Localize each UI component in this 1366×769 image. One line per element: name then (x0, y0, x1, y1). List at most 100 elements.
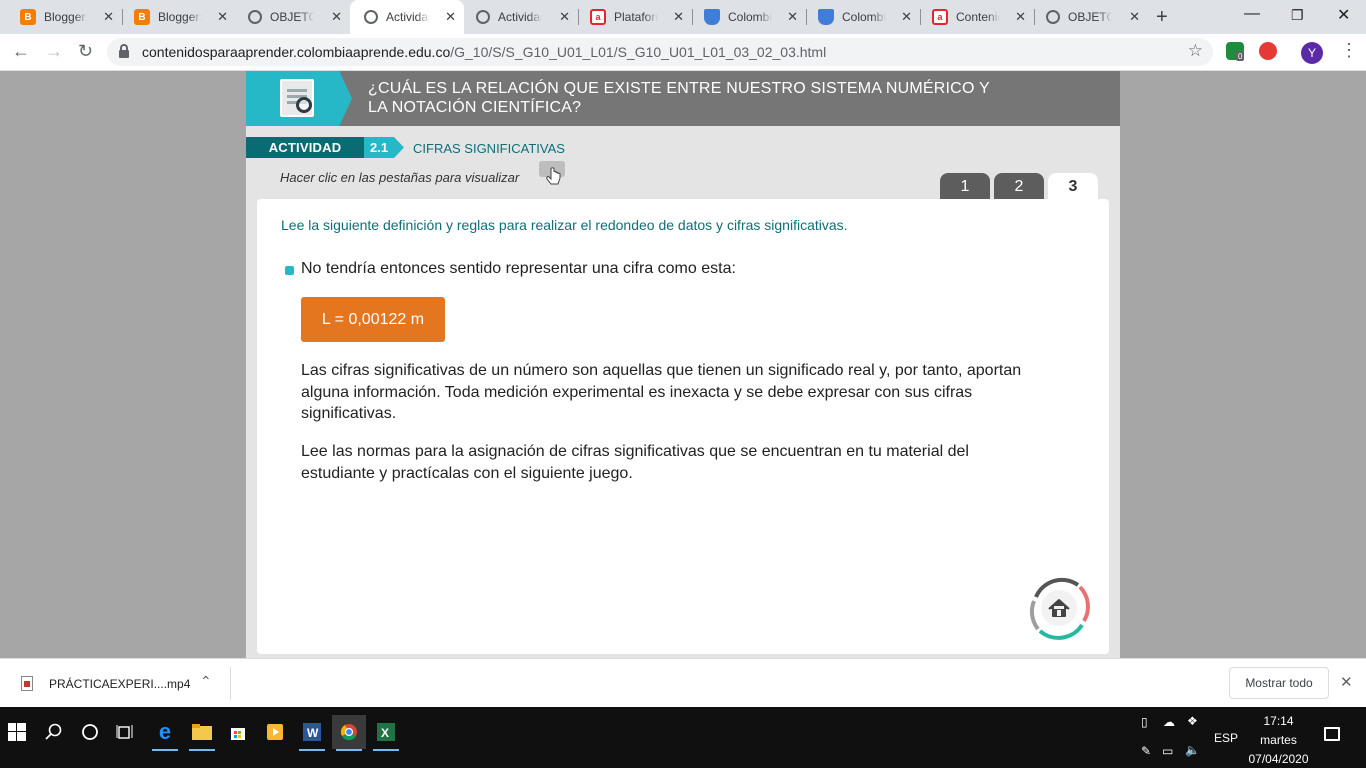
tab-close-icon[interactable]: ✕ (445, 9, 456, 25)
opera-extension-icon[interactable] (1259, 42, 1277, 60)
globe-icon (476, 10, 490, 24)
running-indicator (299, 749, 325, 751)
action-center-icon[interactable] (1324, 727, 1340, 741)
network-icon[interactable]: ▭ (1162, 744, 1173, 758)
pen-icon[interactable]: ✎ (1141, 744, 1151, 758)
globe-icon (364, 10, 378, 24)
browser-tab[interactable]: Colombia ✕ (798, 0, 920, 34)
window-close-icon[interactable]: ✕ (1337, 5, 1350, 25)
magnifier-icon (296, 97, 312, 113)
content-tab-1[interactable]: 1 (940, 173, 990, 200)
volume-icon[interactable]: 🔈 (1185, 743, 1200, 757)
globe-icon (1046, 10, 1060, 24)
cortana-icon[interactable] (73, 715, 107, 749)
content-card: Lee la siguiente definición y reglas par… (257, 199, 1109, 654)
colombia-aprende-icon: a (932, 9, 948, 25)
download-bar-close-icon[interactable]: ✕ (1340, 673, 1353, 691)
new-tab-plus-icon[interactable]: + (1156, 6, 1168, 29)
browser-toolbar: ← → ↻ contenidosparaaprender.colombiaapr… (0, 34, 1366, 71)
tab-title: OBJETO D (270, 10, 314, 24)
word-icon[interactable]: W (295, 715, 329, 751)
download-file-name[interactable]: PRÁCTICAEXPERI....mp4 (49, 677, 190, 691)
url-path: /G_10/S/S_G10_U01_L01/S_G10_U01_L01_03_0… (450, 44, 827, 60)
kebab-menu-icon[interactable]: ⋮ (1340, 40, 1358, 61)
activity-subtitle: CIFRAS SIGNIFICATIVAS (413, 141, 565, 156)
url-text[interactable]: contenidosparaaprender.colombiaaprende.e… (142, 44, 826, 60)
browser-tab[interactable]: a Contenid ✕ (912, 0, 1034, 34)
browser-tab-active[interactable]: Actividad ✕ (350, 0, 464, 34)
tab-title: OBJETO D (1068, 10, 1112, 24)
language-indicator[interactable]: ESP (1214, 731, 1238, 745)
home-button[interactable] (1026, 575, 1092, 641)
extension-badge: 0 (1236, 52, 1245, 61)
lock-icon (119, 44, 129, 58)
cloud-offline-icon[interactable]: ☁ (1163, 715, 1175, 729)
content-tab-3[interactable]: 3 (1048, 173, 1098, 200)
bookmark-star-icon[interactable]: ☆ (1188, 41, 1203, 61)
tab-close-icon[interactable]: ✕ (217, 9, 228, 25)
tab-title: Plataform (614, 10, 658, 24)
globe-icon (248, 10, 262, 24)
minimize-icon[interactable]: — (1244, 5, 1260, 23)
lesson-title: ¿CUÁL ES LA RELACIÓN QUE EXISTE ENTRE NU… (368, 80, 990, 116)
tab-strip: B Blogger: ✕ B Blogger: ✕ OBJETO D ✕ Act… (0, 0, 1366, 34)
forward-arrow-icon[interactable]: → (45, 41, 63, 62)
store-icon[interactable] (221, 715, 255, 749)
tab-close-icon[interactable]: ✕ (901, 9, 912, 25)
colombia-aprende-icon: a (590, 9, 606, 25)
windows-start-icon[interactable] (0, 715, 34, 749)
reload-icon[interactable]: ↻ (78, 41, 93, 62)
shield-icon (818, 9, 834, 25)
task-view-icon[interactable] (108, 715, 142, 749)
browser-tab[interactable]: B Blogger: ✕ (114, 0, 236, 34)
running-indicator (336, 749, 362, 751)
tab-title: Blogger: (44, 10, 88, 24)
show-all-button[interactable]: Mostrar todo (1229, 667, 1329, 699)
tab-close-icon[interactable]: ✕ (1129, 9, 1140, 25)
address-bar[interactable]: contenidosparaaprender.colombiaaprende.e… (107, 38, 1213, 66)
download-bar: PRÁCTICAEXPERI....mp4 ⌃ Mostrar todo ✕ (0, 658, 1366, 707)
browser-tab[interactable]: OBJETO D ✕ (1026, 0, 1148, 34)
tab-title: Colombia (842, 10, 886, 24)
chevron-up-icon[interactable]: ⌃ (200, 673, 212, 690)
tab-title: Actividad (498, 10, 542, 24)
running-indicator (373, 749, 399, 751)
bullet-text: No tendría entonces sentido representar … (301, 260, 736, 277)
back-arrow-icon[interactable]: ← (12, 41, 30, 62)
content-tab-2[interactable]: 2 (994, 173, 1044, 200)
dropbox-icon[interactable]: ❖ (1187, 714, 1198, 728)
clock-day: martes (1260, 733, 1297, 747)
tab-close-icon[interactable]: ✕ (1015, 9, 1026, 25)
tab-close-icon[interactable]: ✕ (559, 9, 570, 25)
browser-tab[interactable]: B Blogger: ✕ (0, 0, 122, 34)
edge-glyph: e (158, 719, 172, 744)
browser-tab[interactable]: a Plataform ✕ (570, 0, 692, 34)
running-indicator (189, 749, 215, 751)
restore-icon[interactable]: ❐ (1291, 7, 1304, 24)
tab-close-icon[interactable]: ✕ (673, 9, 684, 25)
tab-close-icon[interactable]: ✕ (331, 9, 342, 25)
tab-close-icon[interactable]: ✕ (103, 9, 114, 25)
edge-browser-icon[interactable]: e (148, 715, 182, 751)
chrome-icon[interactable] (332, 715, 366, 751)
page-viewport: ¿CUÁL ES LA RELACIÓN QUE EXISTE ENTRE NU… (0, 71, 1366, 658)
browser-tab[interactable]: OBJETO D ✕ (228, 0, 350, 34)
file-explorer-icon[interactable] (185, 715, 219, 751)
battery-icon[interactable]: ▯ (1141, 715, 1148, 729)
media-player-icon[interactable] (258, 715, 292, 749)
browser-tab[interactable]: Colombia ✕ (684, 0, 806, 34)
profile-avatar[interactable]: Y (1301, 42, 1323, 64)
system-clock[interactable]: 17:14 martes 07/04/2020 (1241, 712, 1316, 769)
blogger-icon: B (20, 9, 36, 25)
tab-close-icon[interactable]: ✕ (787, 9, 798, 25)
search-icon[interactable] (37, 715, 71, 749)
lesson-frame: ¿CUÁL ES LA RELACIÓN QUE EXISTE ENTRE NU… (246, 71, 1120, 658)
excel-icon[interactable]: X (369, 715, 403, 751)
browser-tab[interactable]: Actividad ✕ (456, 0, 578, 34)
paragraph-instructions: Lee las normas para la asignación de cif… (301, 443, 969, 482)
running-indicator (152, 749, 178, 751)
tab-hint: Hacer clic en las pestañas para visualiz… (280, 170, 520, 185)
tab-title: Actividad (386, 10, 430, 24)
shield-check-extension-icon[interactable]: 0 (1226, 42, 1245, 61)
taskbar: e W X ▯ ☁ ❖ ✎ ▭ 🔈 ESP 17:14 martes 07/04… (0, 707, 1366, 768)
